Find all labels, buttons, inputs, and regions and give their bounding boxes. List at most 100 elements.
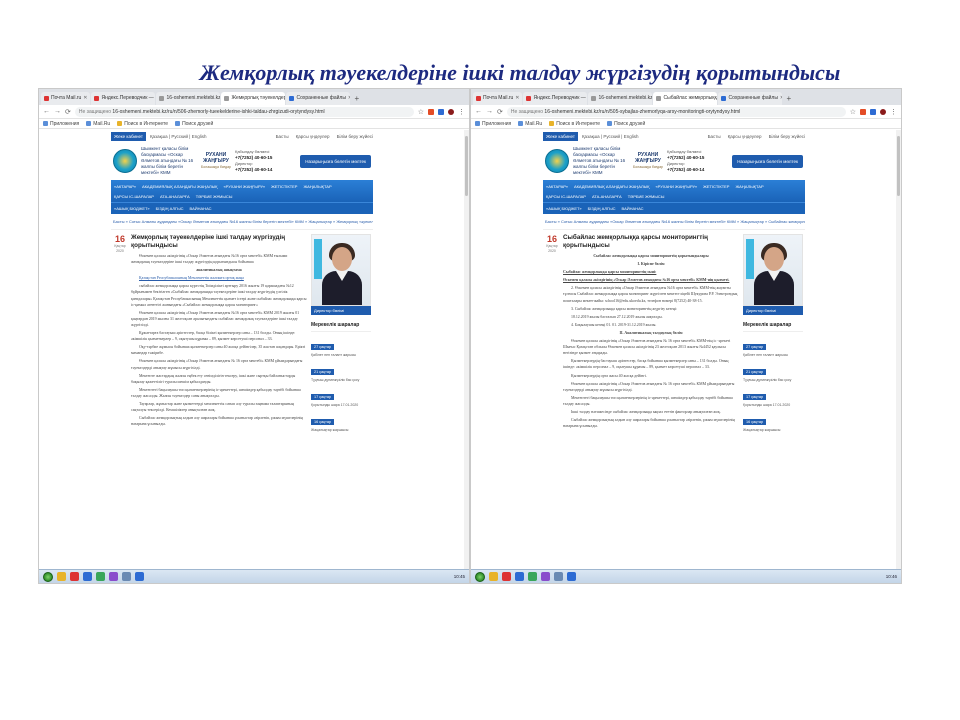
scrollbar-thumb[interactable]: [465, 136, 468, 196]
top-link[interactable]: Қарсы үндеулер: [728, 134, 762, 139]
event-text[interactable]: Тұңғыш дүниежүзілік бас қосу: [311, 378, 371, 383]
event-date[interactable]: 27 қаңтар: [743, 344, 767, 350]
back-icon[interactable]: ←: [43, 108, 50, 115]
url-input[interactable]: Не защищено 16-oshemeni.mektebi.kz/ru/n/…: [506, 106, 846, 117]
director-photo[interactable]: [311, 234, 371, 306]
app-icon[interactable]: [135, 572, 144, 581]
back-icon[interactable]: ←: [475, 108, 482, 115]
menu-item[interactable]: ВАЙНАНАС: [622, 206, 644, 211]
menu-item[interactable]: БІЗДІҢ АЛГЫС: [588, 206, 616, 211]
reload-icon[interactable]: ⟳: [497, 108, 503, 116]
taskbar-clock[interactable]: 10:45: [454, 574, 465, 579]
explorer-icon[interactable]: [57, 572, 66, 581]
new-tab-button[interactable]: +: [783, 92, 794, 105]
opera-icon[interactable]: [70, 572, 79, 581]
close-tab-icon[interactable]: ✕: [515, 92, 519, 105]
extension-icon[interactable]: [438, 108, 444, 115]
menu-item[interactable]: АКАДЕМИЯЛЫҚ АЛАНДАҒЫ ЖАҢАЛЫҚ: [574, 184, 650, 189]
event-date[interactable]: 21 қаңтар: [743, 369, 767, 375]
menu-item[interactable]: ВАЙНАНАС: [190, 206, 212, 211]
menu-item[interactable]: ТӘРБИЕ ЖҰМЫСЫ: [196, 194, 233, 199]
menu-item[interactable]: БІЗДІҢ АЛГЫС: [156, 206, 184, 211]
menu-item[interactable]: АТА-АНАЛАРҒА: [592, 194, 622, 199]
browser-tab[interactable]: 16-oshemeni.mektebi.kz — 42 ты✕: [156, 92, 221, 105]
director-caption[interactable]: Директор бөлімі: [743, 306, 803, 315]
close-tab-icon[interactable]: ✕: [348, 92, 351, 105]
event-text[interactable]: Жаңалықтар жаршысы: [311, 428, 371, 433]
chrome-icon[interactable]: [528, 572, 537, 581]
app-icon[interactable]: [541, 572, 550, 581]
event-text[interactable]: Қабілет пен талант жарысы: [311, 353, 371, 358]
bookmark-search[interactable]: Поиск в Интернете: [549, 121, 600, 127]
menu-item[interactable]: ЖАҢАЛЫҚТАР: [303, 184, 331, 189]
top-link[interactable]: Қарсы үндеулер: [296, 134, 330, 139]
bookmark-mailru[interactable]: Mail.Ru: [86, 121, 110, 127]
bookmark-mailru[interactable]: Mail.Ru: [518, 121, 542, 127]
browser-tab[interactable]: Жемқорлық тәуекелдеріне ішкі т✕: [221, 92, 286, 105]
menu-item[interactable]: ҚАРСЫ ІС-ШАРАЛАР: [114, 194, 154, 199]
star-icon[interactable]: ☆: [418, 108, 424, 116]
event-date[interactable]: 17 қаңтар: [311, 394, 335, 400]
bookmark-friends[interactable]: Поиск друзей: [607, 121, 645, 127]
menu-item[interactable]: ТӘРБИЕ ЖҰМЫСЫ: [628, 194, 665, 199]
scrollbar[interactable]: [464, 130, 469, 571]
word-icon[interactable]: [515, 572, 524, 581]
event-text[interactable]: Қабілет пен талант жарысы: [743, 353, 803, 358]
opera-icon[interactable]: [502, 572, 511, 581]
language-switcher[interactable]: Қазақша | Русский | English: [582, 134, 639, 139]
browser-tab[interactable]: Почта Mail.ru ✕: [41, 92, 91, 105]
personal-cabinet-link[interactable]: Жеке кабинет: [111, 131, 146, 141]
event-text[interactable]: Қорытынды шара 17.01.2020: [311, 403, 371, 408]
app-icon[interactable]: [567, 572, 576, 581]
menu-item[interactable]: «АШЫҚ БЮДЖЕТ»: [546, 206, 582, 211]
top-link[interactable]: Білім беру жүйесі: [337, 134, 373, 139]
menu-item[interactable]: АКАДЕМИЯЛЫҚ АЛАНДАҒЫ ЖАҢАЛЫҚ: [142, 184, 218, 189]
taskbar-clock[interactable]: 10:46: [886, 574, 897, 579]
feedback-button[interactable]: Назарыңызға бөлетін мөлтек: [300, 154, 371, 168]
feedback-button[interactable]: Назарыңызға бөлетін мөлтек: [732, 154, 803, 168]
event-text[interactable]: Жаңалықтар жаршысы: [743, 428, 803, 433]
top-link[interactable]: Білім беру жүйесі: [769, 134, 805, 139]
browser-tab[interactable]: Почта Mail.ru ✕: [473, 92, 523, 105]
bookmark-apps[interactable]: Приложения: [43, 121, 79, 127]
event-text[interactable]: Қорытынды шара 17.01.2020: [743, 403, 803, 408]
menu-item[interactable]: АТА-АНАЛАРҒА: [160, 194, 190, 199]
start-button[interactable]: [43, 571, 53, 582]
bookmark-apps[interactable]: Приложения: [475, 121, 511, 127]
new-tab-button[interactable]: +: [351, 92, 362, 105]
menu-item[interactable]: «АКТАРАР»: [546, 184, 568, 189]
director-photo[interactable]: [743, 234, 803, 306]
menu-item[interactable]: ЖЕТІСТІКТЕР: [703, 184, 729, 189]
extension-icon[interactable]: [870, 108, 876, 115]
language-switcher[interactable]: Қазақша | Русский | English: [150, 134, 207, 139]
event-text[interactable]: Тұңғыш дүниежүзілік бас қосу: [743, 378, 803, 383]
menu-icon[interactable]: ⋮: [458, 108, 465, 116]
profile-avatar[interactable]: [448, 108, 454, 115]
menu-item[interactable]: «РУХАНИ ЖАҢҒЫРУ»: [223, 184, 265, 189]
bookmark-friends[interactable]: Поиск друзей: [175, 121, 213, 127]
browser-tab[interactable]: 16-oshemeni.mektebi.kz — 42 ты✕: [588, 92, 653, 105]
menu-item[interactable]: «РУХАНИ ЖАҢҒЫРУ»: [655, 184, 697, 189]
event-date[interactable]: 21 қаңтар: [311, 369, 335, 375]
browser-tab[interactable]: Яндекс.Переводчик — словарь✕: [91, 92, 156, 105]
start-button[interactable]: [475, 571, 485, 582]
browser-tab[interactable]: Яндекс.Переводчик — словарь✕: [523, 92, 588, 105]
event-date[interactable]: 16 қаңтар: [311, 419, 335, 425]
chrome-icon[interactable]: [96, 572, 105, 581]
url-input[interactable]: Не защищено 16-oshemeni.mektebi.kz/ru/n/…: [74, 106, 414, 117]
menu-item[interactable]: ЖЕТІСТІКТЕР: [271, 184, 297, 189]
event-date[interactable]: 17 қаңтар: [743, 394, 767, 400]
menu-item[interactable]: «АКТАРАР»: [114, 184, 136, 189]
close-tab-icon[interactable]: ✕: [83, 92, 87, 105]
extension-icon[interactable]: [428, 108, 434, 115]
breadcrumb[interactable]: Басты » Соғыс Алматы аудандағы «Оскар Әл…: [111, 214, 373, 230]
browser-tab[interactable]: Сыбайлас жемқорлыққа қарсы✕: [653, 92, 718, 105]
app-icon[interactable]: [109, 572, 118, 581]
close-tab-icon[interactable]: ✕: [780, 92, 783, 105]
event-date[interactable]: 16 қаңтар: [743, 419, 767, 425]
app-icon[interactable]: [122, 572, 131, 581]
profile-avatar[interactable]: [880, 108, 886, 115]
extension-icon[interactable]: [860, 108, 866, 115]
forward-icon[interactable]: →: [486, 108, 493, 115]
top-link[interactable]: Басты: [276, 134, 289, 139]
